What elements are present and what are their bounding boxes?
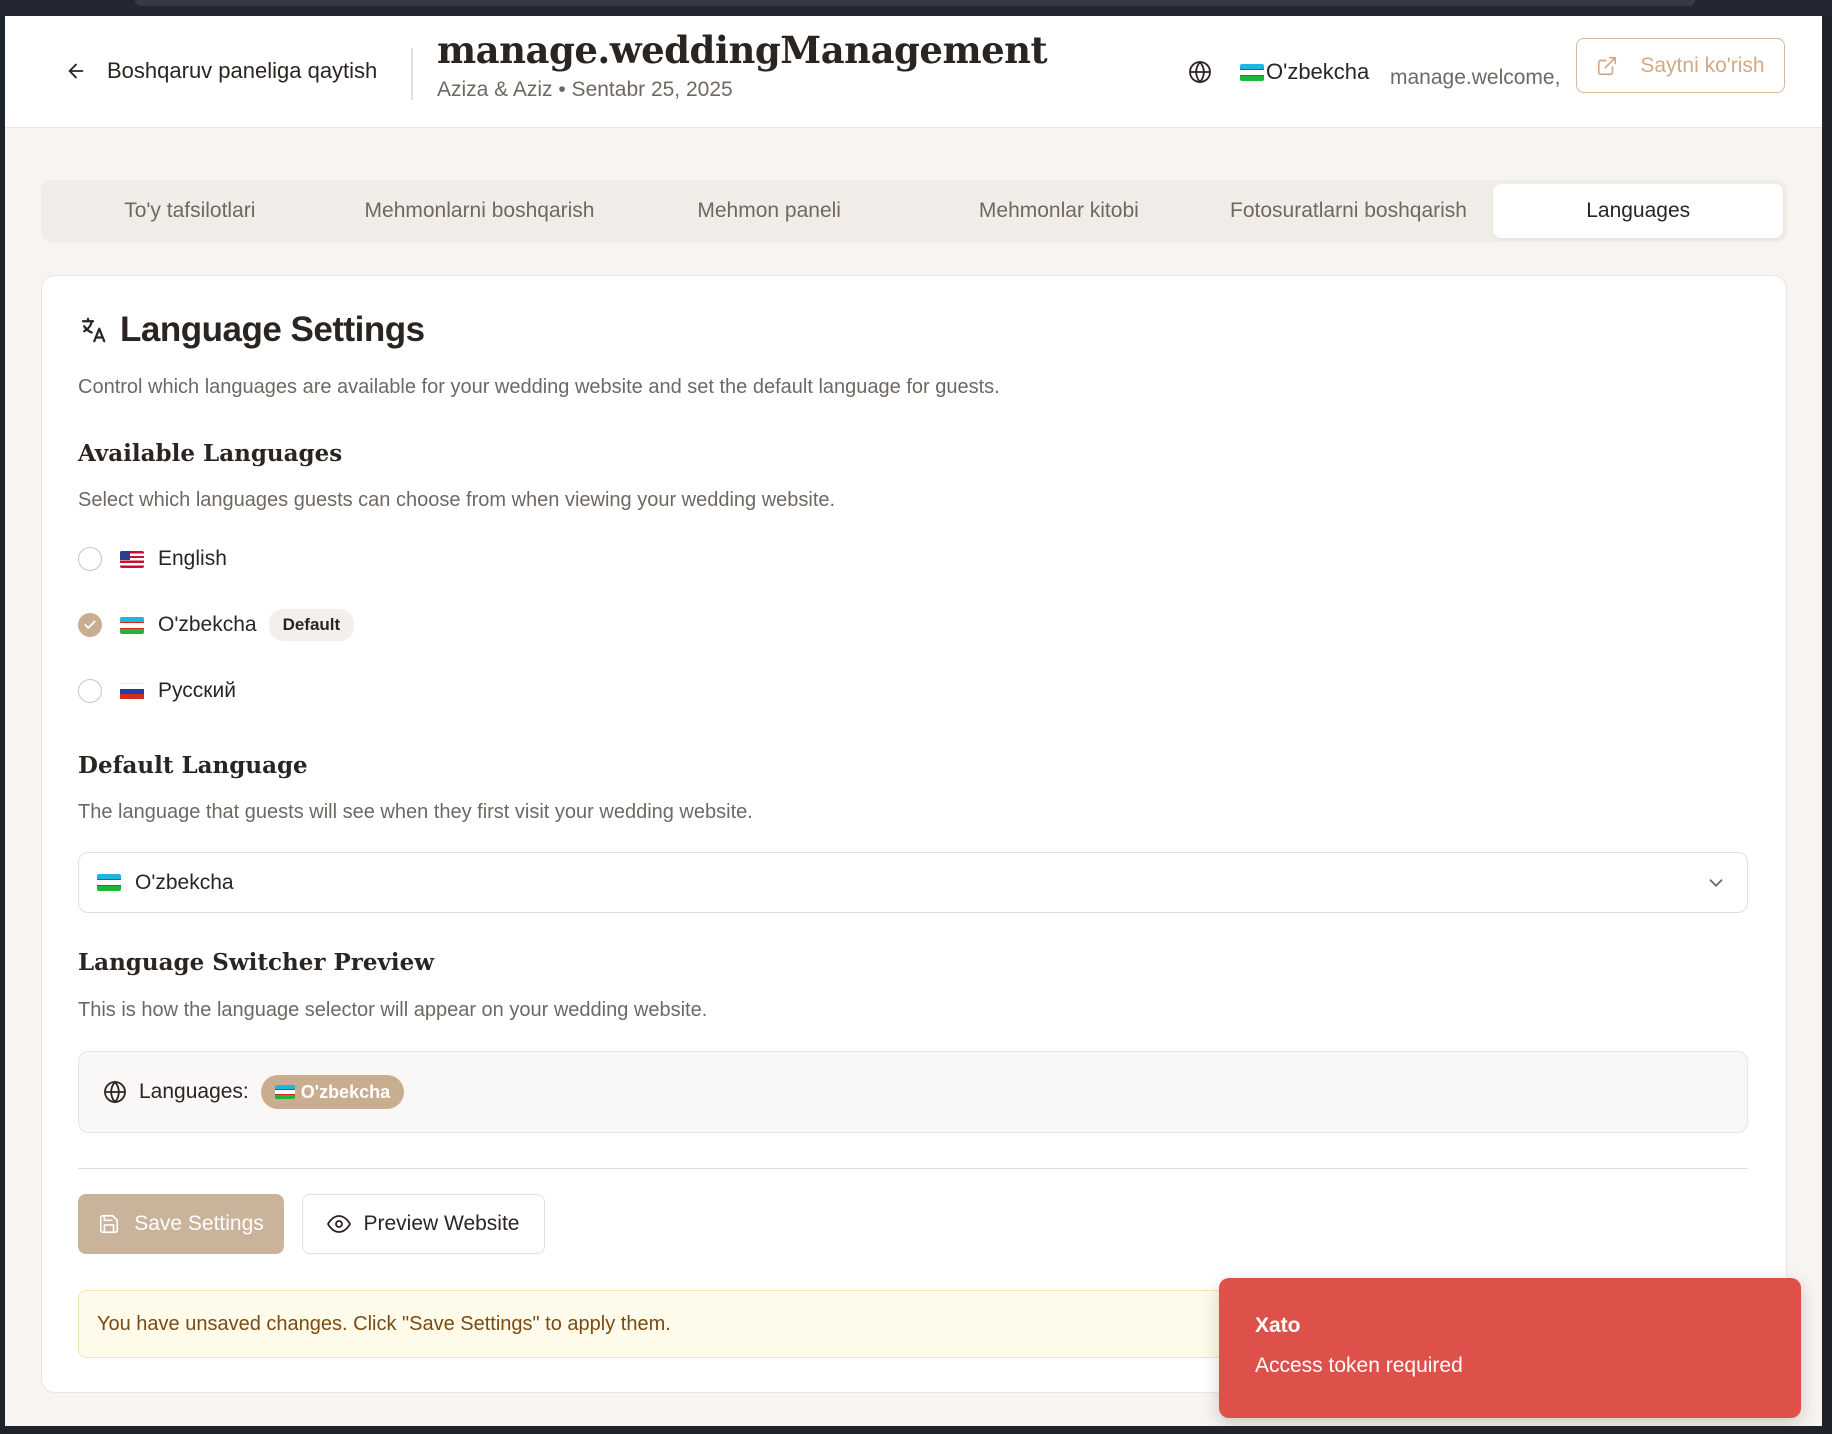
uz-flag-icon xyxy=(120,616,144,634)
english-label: English xyxy=(158,547,227,570)
preview-website-button[interactable]: Preview Website xyxy=(302,1194,545,1254)
language-option-english: English xyxy=(78,544,227,574)
save-settings-label: Save Settings xyxy=(134,1212,264,1235)
eye-icon xyxy=(327,1215,352,1233)
header-divider xyxy=(411,48,413,100)
globe-icon xyxy=(1189,60,1211,84)
uz-flag-icon xyxy=(1240,63,1264,81)
uz-flag-icon xyxy=(274,1085,295,1099)
default-language-heading: Default Language xyxy=(78,752,308,779)
switcher-preview-description: This is how the language selector will a… xyxy=(78,999,708,1021)
globe-icon xyxy=(104,1080,126,1104)
window-handle xyxy=(135,0,1695,6)
translate-icon xyxy=(81,317,106,343)
preview-languages-label: Languages: xyxy=(139,1080,249,1103)
toast-title: Xato xyxy=(1255,1314,1301,1337)
language-option-uzbek: O'zbekcha Default xyxy=(78,609,355,641)
tab-wedding-details[interactable]: To'y tafsilotlari xyxy=(45,184,335,238)
language-switcher[interactable]: O'zbekcha xyxy=(1188,56,1369,88)
view-site-label: Saytni ko'rish xyxy=(1640,53,1765,77)
language-option-russian: Русский xyxy=(78,676,236,706)
preview-website-label: Preview Website xyxy=(363,1212,520,1235)
page-title: manage.weddingManagement xyxy=(437,28,1048,72)
card-header: Language Settings xyxy=(78,310,425,350)
english-radio[interactable] xyxy=(78,547,102,571)
back-label: Boshqaruv paneliga qaytish xyxy=(107,58,378,83)
ru-flag-icon xyxy=(120,682,144,700)
save-settings-button[interactable]: Save Settings xyxy=(78,1194,284,1254)
uzbek-radio[interactable] xyxy=(78,613,102,637)
available-languages-description: Select which languages guests can choose… xyxy=(78,489,836,511)
check-icon xyxy=(84,620,96,629)
tab-guestbook[interactable]: Mehmonlar kitobi xyxy=(914,184,1204,238)
available-languages-heading: Available Languages xyxy=(78,440,343,467)
view-site-button[interactable]: Saytni ko'rish xyxy=(1576,38,1785,93)
page-subtitle: Aziza & Aziz • Sentabr 25, 2025 xyxy=(437,78,733,101)
uz-flag-icon xyxy=(97,874,121,891)
uzbek-label: O'zbekcha xyxy=(158,613,257,636)
divider xyxy=(78,1168,1748,1169)
toast-message: Access token required xyxy=(1255,1354,1463,1377)
preview-language-chip[interactable]: O'zbekcha xyxy=(260,1075,405,1109)
tab-languages[interactable]: Languages xyxy=(1493,184,1784,238)
language-settings-card: Language Settings Control which language… xyxy=(41,275,1787,1393)
language-label: O'zbekcha xyxy=(1266,59,1370,84)
tab-guest-panel[interactable]: Mehmon paneli xyxy=(624,184,914,238)
switcher-preview-box: Languages: O'zbekcha xyxy=(78,1051,1748,1133)
selected-language: O'zbekcha xyxy=(135,870,234,894)
window-top-bar xyxy=(0,0,1832,16)
welcome-text: manage.welcome, xyxy=(1390,66,1561,89)
russian-label: Русский xyxy=(158,679,236,702)
card-title: Language Settings xyxy=(120,310,425,349)
back-to-dashboard-link[interactable]: Boshqaruv paneliga qaytish xyxy=(65,54,377,88)
tab-bar: To'y tafsilotlari Mehmonlarni boshqarish… xyxy=(41,180,1787,242)
save-icon xyxy=(100,1214,119,1234)
us-flag-icon xyxy=(120,550,144,568)
tab-guest-management[interactable]: Mehmonlarni boshqarish xyxy=(335,184,625,238)
chevron-down-icon xyxy=(1709,879,1723,887)
arrow-left-icon xyxy=(68,63,84,79)
russian-radio[interactable] xyxy=(78,679,102,703)
switcher-preview-heading: Language Switcher Preview xyxy=(78,949,435,976)
preview-chip-label: O'zbekcha xyxy=(300,1081,391,1102)
header: Boshqaruv paneliga qaytish manage.weddin… xyxy=(5,16,1822,128)
error-toast[interactable]: Xato Access token required xyxy=(1219,1278,1801,1418)
app-root: Boshqaruv paneliga qaytish manage.weddin… xyxy=(5,16,1822,1426)
default-badge: Default xyxy=(268,609,355,641)
tab-photo-management[interactable]: Fotosuratlarni boshqarish xyxy=(1204,184,1494,238)
default-language-description: The language that guests will see when t… xyxy=(78,801,753,823)
default-language-select[interactable]: O'zbekcha xyxy=(78,852,1748,913)
external-link-icon xyxy=(1598,56,1617,75)
card-description: Control which languages are available fo… xyxy=(78,376,1000,398)
